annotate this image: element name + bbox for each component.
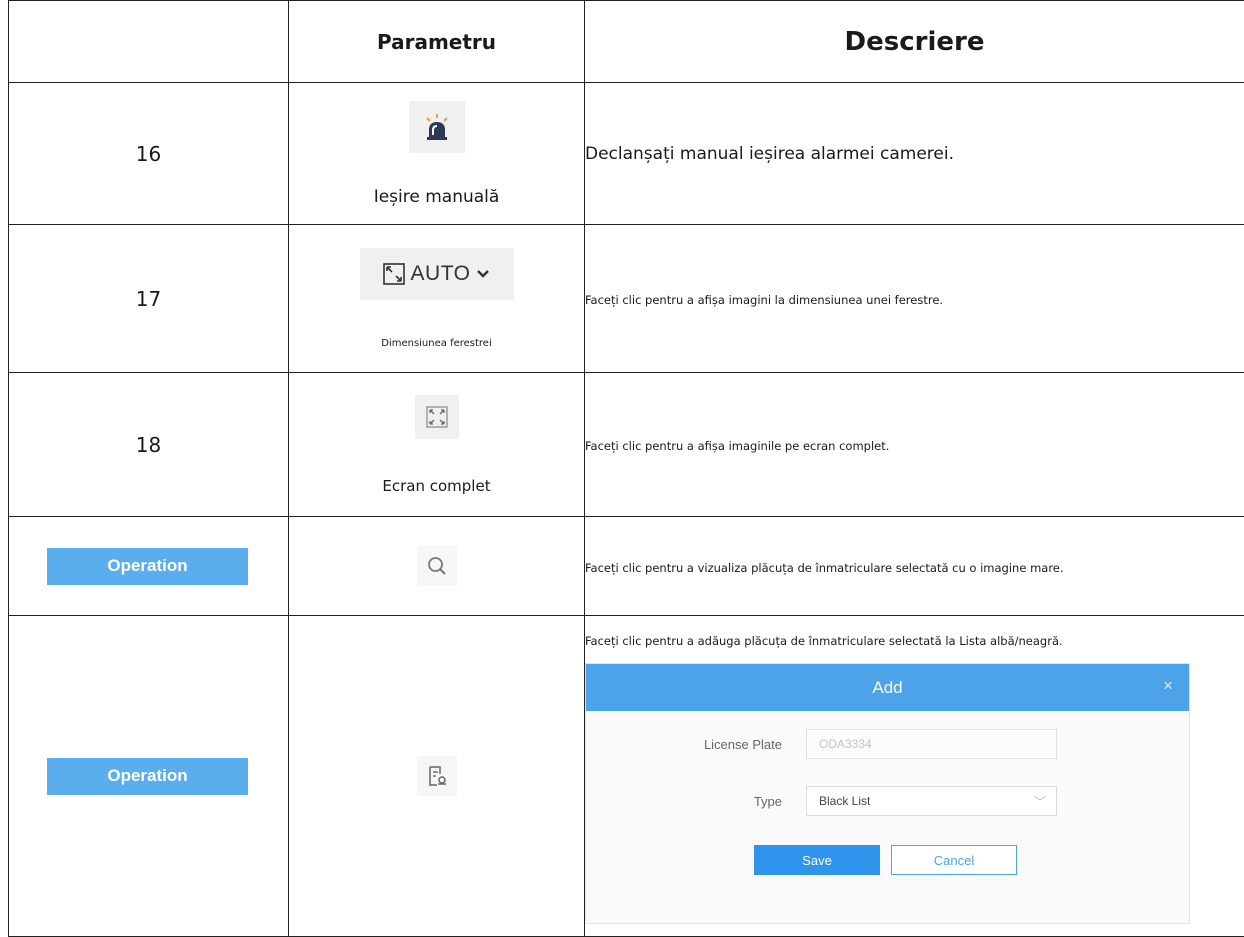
close-icon[interactable]: × bbox=[1163, 676, 1173, 696]
param-label: Ecran complet bbox=[289, 477, 584, 495]
chevron-down-icon bbox=[476, 269, 490, 279]
parameters-table: Parametru Descriere 16 Ieșire ma bbox=[8, 0, 1244, 937]
header-parametru: Parametru bbox=[289, 1, 585, 83]
param-label: Dimensiunea ferestrei bbox=[289, 338, 584, 349]
description-cell: Faceți clic pentru a afișa imaginile pe … bbox=[585, 373, 1244, 517]
window-size-dropdown[interactable]: AUTO bbox=[360, 248, 514, 300]
table-row: 16 Ieșire manuală Declanșați manua bbox=[9, 83, 1244, 225]
param-cell bbox=[289, 616, 585, 937]
search-icon[interactable] bbox=[417, 546, 457, 586]
param-label: Ieșire manuală bbox=[289, 187, 584, 207]
description-cell: Declanșați manual ieșirea alarmei camere… bbox=[585, 83, 1244, 225]
description-text: Faceți clic pentru a afișa imaginile pe … bbox=[585, 439, 889, 453]
description-cell: Faceți clic pentru a vizualiza plăcuța d… bbox=[585, 517, 1244, 616]
window-size-value: AUTO bbox=[411, 262, 471, 286]
license-plate-row: License Plate ODA3334 bbox=[586, 729, 1057, 759]
param-cell: AUTO Dimensiunea ferestrei bbox=[289, 225, 585, 373]
table-row: 18 Ecran complet Faceți clic pentru a af… bbox=[9, 373, 1244, 517]
add-to-list-icon[interactable] bbox=[417, 756, 457, 796]
dialog-title: Add bbox=[872, 678, 902, 698]
type-row: Type Black List ﹀ bbox=[586, 786, 1057, 816]
table-row: Operation Faceți clic pentru a adăuga pl… bbox=[9, 616, 1244, 937]
row-number: 16 bbox=[9, 83, 289, 225]
type-label: Type bbox=[586, 794, 782, 809]
description-text: Faceți clic pentru a afișa imagini la di… bbox=[585, 293, 943, 307]
license-plate-label: License Plate bbox=[586, 737, 782, 752]
operation-cell: Operation bbox=[9, 517, 289, 616]
license-plate-input[interactable]: ODA3334 bbox=[806, 729, 1057, 759]
description-cell: Faceți clic pentru a afișa imagini la di… bbox=[585, 225, 1244, 373]
type-select[interactable]: Black List ﹀ bbox=[806, 786, 1057, 816]
table-row: 17 AUTO Dimensiunea ferestrei Faceți cli… bbox=[9, 225, 1244, 373]
operation-cell: Operation bbox=[9, 616, 289, 937]
param-cell: Ecran complet bbox=[289, 373, 585, 517]
description-cell: Faceți clic pentru a adăuga plăcuța de î… bbox=[585, 616, 1244, 937]
description-text: Declanșați manual ieșirea alarmei camere… bbox=[585, 144, 954, 164]
fullscreen-icon[interactable] bbox=[415, 395, 459, 439]
row-number: 17 bbox=[9, 225, 289, 373]
row-number: 18 bbox=[9, 373, 289, 517]
table-header-row: Parametru Descriere bbox=[9, 1, 1244, 83]
table-row: Operation Faceți clic pentru a vizualiza… bbox=[9, 517, 1244, 616]
cancel-button[interactable]: Cancel bbox=[891, 845, 1017, 875]
description-text: Faceți clic pentru a adăuga plăcuța de î… bbox=[585, 634, 1063, 648]
dialog-header: Add × bbox=[586, 664, 1189, 711]
operation-button[interactable]: Operation bbox=[47, 548, 248, 585]
type-select-value: Black List bbox=[819, 794, 870, 808]
window-size-icon bbox=[383, 263, 405, 285]
alarm-siren-icon[interactable] bbox=[409, 101, 465, 153]
param-cell bbox=[289, 517, 585, 616]
chevron-down-icon: ﹀ bbox=[1034, 793, 1046, 810]
operation-button[interactable]: Operation bbox=[47, 758, 248, 795]
add-dialog: Add × License Plate ODA3334 Type Black L… bbox=[585, 663, 1190, 924]
save-button[interactable]: Save bbox=[754, 845, 880, 875]
description-text: Faceți clic pentru a vizualiza plăcuța d… bbox=[585, 561, 1064, 575]
header-descriere: Descriere bbox=[585, 1, 1244, 83]
param-cell: Ieșire manuală bbox=[289, 83, 585, 225]
header-cell-blank bbox=[9, 1, 289, 83]
